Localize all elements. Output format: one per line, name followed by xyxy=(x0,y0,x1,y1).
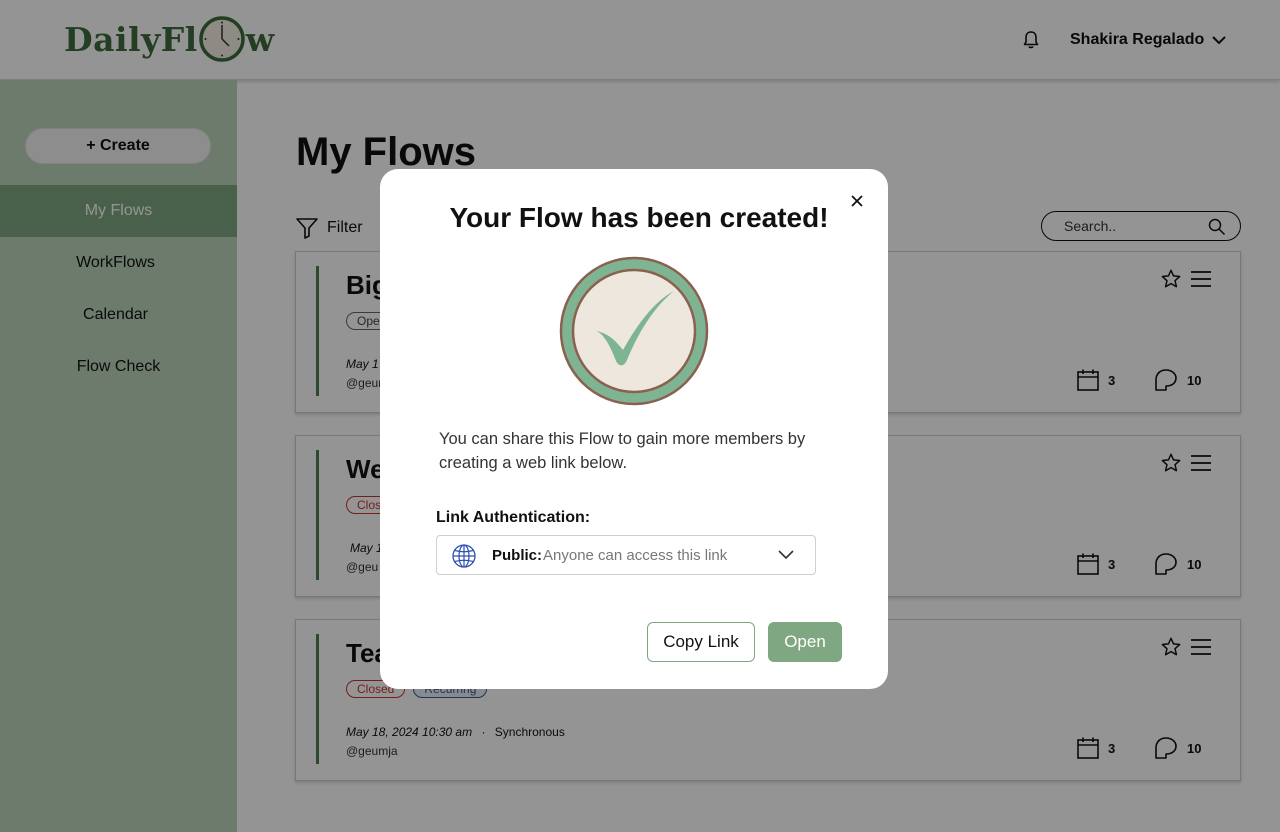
visibility-value: Public: xyxy=(492,547,543,564)
globe-icon xyxy=(452,544,476,568)
link-auth-select[interactable]: Public: Anyone can access this link xyxy=(436,535,816,575)
copy-link-button[interactable]: Copy Link xyxy=(647,622,755,662)
check-badge-icon xyxy=(559,256,709,406)
visibility-description: Anyone can access this link xyxy=(543,547,728,564)
flow-created-dialog: Your Flow has been created! You can shar… xyxy=(380,169,888,689)
dialog-title: Your Flow has been created! xyxy=(449,202,829,233)
link-auth-label: Link Authentication: xyxy=(436,509,591,526)
open-button[interactable]: Open xyxy=(768,622,842,662)
dialog-description: You can share this Flow to gain more mem… xyxy=(439,430,806,472)
chevron-down-icon xyxy=(778,550,794,560)
